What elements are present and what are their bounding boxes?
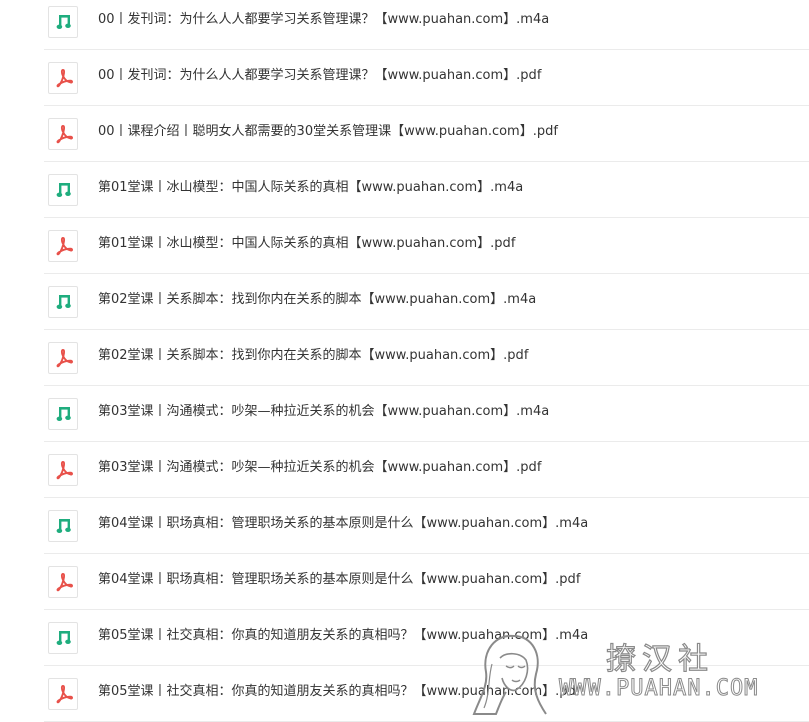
file-row[interactable]: 00丨发刊词：为什么人人都要学习关系管理课？【www.puahan.com】.p…: [44, 50, 809, 106]
pdf-icon: [48, 62, 78, 94]
music-note-icon: [48, 174, 78, 206]
file-name: 00丨发刊词：为什么人人都要学习关系管理课？【www.puahan.com】.m…: [98, 12, 550, 27]
file-name: 第02堂课丨关系脚本：找到你内在关系的脚本【www.puahan.com】.m4…: [98, 292, 537, 307]
pdf-icon: [48, 342, 78, 374]
file-name: 第01堂课丨冰山模型：中国人际关系的真相【www.puahan.com】.m4a: [98, 180, 524, 195]
file-name: 第03堂课丨沟通模式：吵架—种拉近关系的机会【www.puahan.com】.m…: [98, 404, 550, 419]
music-note-icon: [48, 622, 78, 654]
pdf-icon: [48, 230, 78, 262]
music-note-icon: [48, 286, 78, 318]
file-row[interactable]: 第02堂课丨关系脚本：找到你内在关系的脚本【www.puahan.com】.m4…: [44, 274, 809, 330]
file-row[interactable]: 00丨发刊词：为什么人人都要学习关系管理课？【www.puahan.com】.m…: [44, 0, 809, 50]
music-note-icon: [48, 510, 78, 542]
file-row[interactable]: 第02堂课丨关系脚本：找到你内在关系的脚本【www.puahan.com】.pd…: [44, 330, 809, 386]
file-row[interactable]: 00丨课程介绍丨聪明女人都需要的30堂关系管理课【www.puahan.com】…: [44, 106, 809, 162]
watermark-url: WWW.PUAHAN.COM: [558, 676, 759, 702]
file-row[interactable]: 第04堂课丨职场真相：管理职场关系的基本原则是什么【www.puahan.com…: [44, 554, 809, 610]
watermark-title: 撩汉社: [605, 641, 714, 677]
file-row[interactable]: 第01堂课丨冰山模型：中国人际关系的真相【www.puahan.com】.pdf: [44, 218, 809, 274]
music-note-icon: [48, 398, 78, 430]
file-row[interactable]: 第04堂课丨职场真相：管理职场关系的基本原则是什么【www.puahan.com…: [44, 498, 809, 554]
file-row[interactable]: 第03堂课丨沟通模式：吵架—种拉近关系的机会【www.puahan.com】.m…: [44, 386, 809, 442]
file-name: 00丨课程介绍丨聪明女人都需要的30堂关系管理课【www.puahan.com】…: [98, 124, 558, 139]
file-row[interactable]: 第01堂课丨冰山模型：中国人际关系的真相【www.puahan.com】.m4a: [44, 162, 809, 218]
pdf-icon: [48, 454, 78, 486]
file-name: 第02堂课丨关系脚本：找到你内在关系的脚本【www.puahan.com】.pd…: [98, 348, 529, 363]
file-name: 00丨发刊词：为什么人人都要学习关系管理课？【www.puahan.com】.p…: [98, 68, 542, 83]
pdf-icon: [48, 118, 78, 150]
pdf-icon: [48, 566, 78, 598]
file-name: 第04堂课丨职场真相：管理职场关系的基本原则是什么【www.puahan.com…: [98, 572, 581, 587]
music-note-icon: [48, 6, 78, 38]
file-row[interactable]: 第03堂课丨沟通模式：吵架—种拉近关系的机会【www.puahan.com】.p…: [44, 442, 809, 498]
watermark: 撩汉社 WWW.PUAHAN.COM: [466, 628, 809, 718]
pdf-icon: [48, 678, 78, 710]
file-name: 第03堂课丨沟通模式：吵架—种拉近关系的机会【www.puahan.com】.p…: [98, 460, 542, 475]
woman-face-logo: [472, 634, 547, 715]
file-name: 第04堂课丨职场真相：管理职场关系的基本原则是什么【www.puahan.com…: [98, 516, 589, 531]
file-name: 第01堂课丨冰山模型：中国人际关系的真相【www.puahan.com】.pdf: [98, 236, 516, 251]
